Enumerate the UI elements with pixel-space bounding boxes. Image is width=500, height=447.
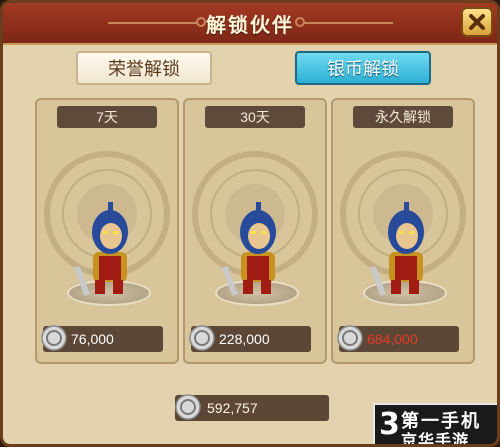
silver-coin-icon <box>337 325 363 351</box>
duration-label: 永久解锁 <box>353 106 453 128</box>
price-value: 76,000 <box>71 331 114 347</box>
title-bar: 解锁伙伴 <box>3 3 497 45</box>
silver-coin-icon <box>175 394 201 420</box>
balance-value: 592,757 <box>207 400 258 416</box>
price-box: 76,000 <box>41 325 163 352</box>
price-box: 684,000 <box>337 325 459 352</box>
unlock-option-30-days[interactable]: 30天 228,000 <box>183 98 327 364</box>
unlock-partner-dialog: 解锁伙伴 荣誉解锁 银币解锁 7天 76,000 30天 228,000 永久解… <box>0 0 500 447</box>
tab-honor-unlock[interactable]: 荣誉解锁 <box>76 51 212 85</box>
unlock-option-7-days[interactable]: 7天 76,000 <box>35 98 179 364</box>
watermark-logo-glyph: 3 <box>379 407 400 442</box>
hero-warrior-icon <box>74 202 128 297</box>
silver-coin-icon <box>41 325 67 351</box>
close-button[interactable] <box>461 7 493 37</box>
duration-label: 30天 <box>205 106 305 128</box>
unlock-option-permanent[interactable]: 永久解锁 684,000 <box>331 98 475 364</box>
hero-warrior-icon <box>370 202 424 297</box>
tab-silver-unlock[interactable]: 银币解锁 <box>295 51 431 85</box>
price-value-insufficient: 684,000 <box>367 331 418 347</box>
close-icon <box>469 14 485 30</box>
duration-label: 7天 <box>57 106 157 128</box>
dialog-title: 解锁伙伴 <box>206 15 294 37</box>
watermark-line2: 京华手游 <box>401 433 470 447</box>
site-watermark: 3 第一手机 京华手游 <box>373 403 497 447</box>
hero-warrior-icon <box>222 202 276 297</box>
silver-balance: 592,757 <box>175 394 329 421</box>
price-box: 228,000 <box>189 325 311 352</box>
silver-coin-icon <box>189 325 215 351</box>
price-value: 228,000 <box>219 331 270 347</box>
